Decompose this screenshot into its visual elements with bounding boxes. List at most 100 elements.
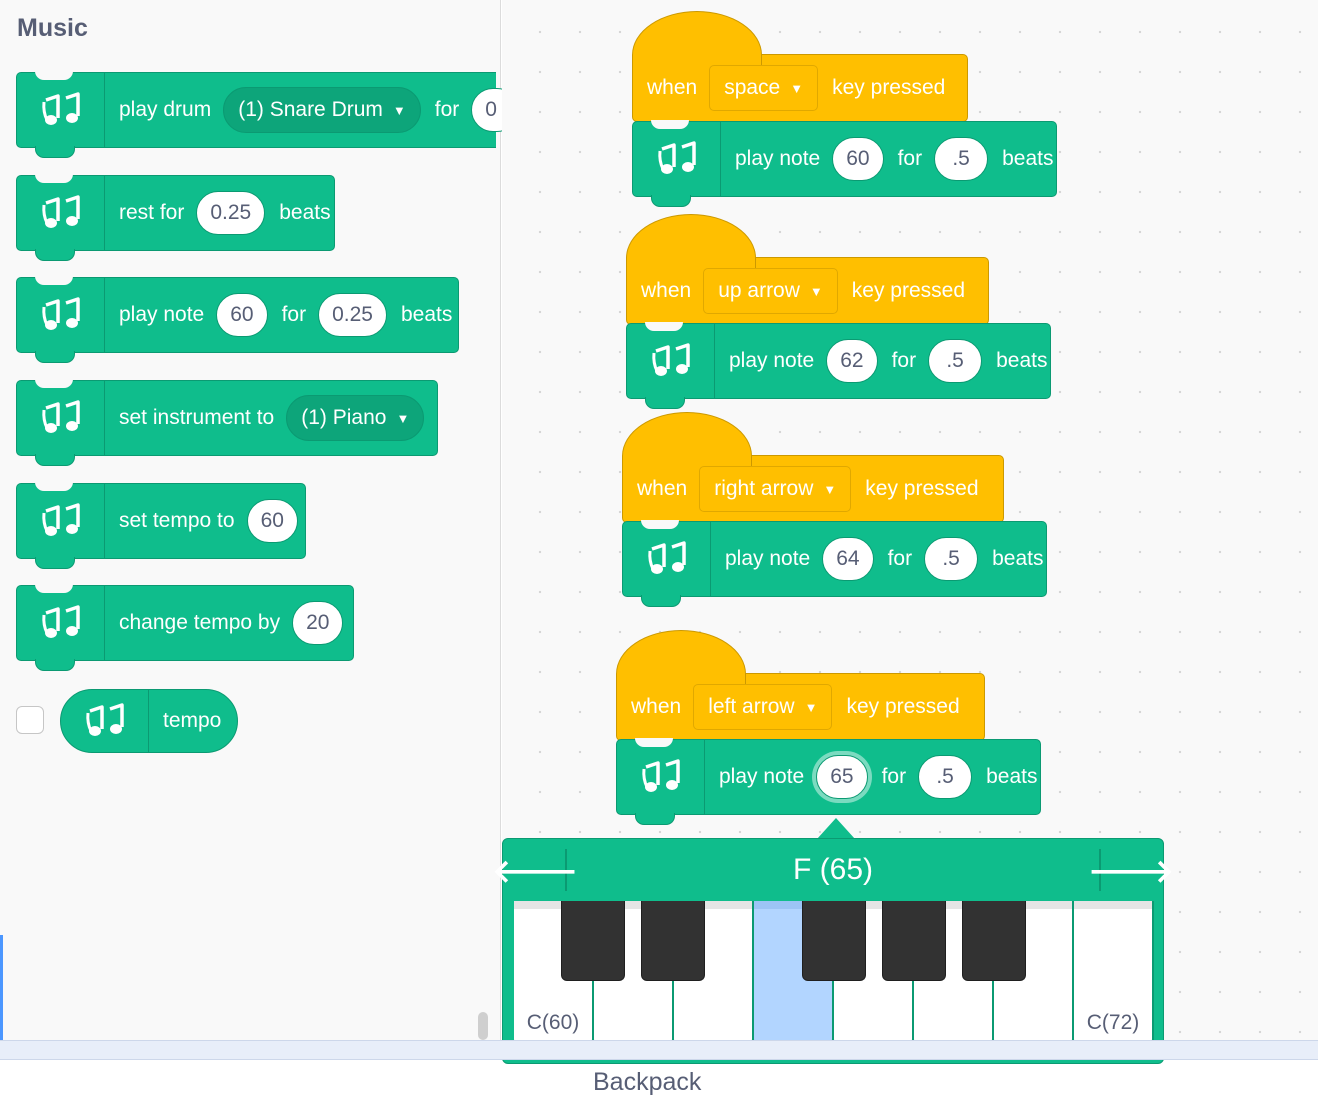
music-notes-icon [623, 522, 711, 596]
set-tempo-label: set tempo to [119, 509, 235, 532]
key-dropdown[interactable]: right arrow ▼ [699, 466, 852, 512]
palette-edge-indicator [0, 935, 3, 1040]
note-input-active[interactable]: 65 [816, 755, 868, 799]
music-notes-icon [17, 484, 105, 558]
caret-down-icon: ▼ [804, 699, 818, 715]
play-drum-block[interactable]: play drum (1) Snare Drum ▼ for 0 [16, 71, 520, 158]
music-notes-icon [17, 586, 105, 660]
music-notes-icon [17, 176, 105, 250]
play-note-block[interactable]: play note 65 for .5 beats [616, 738, 1041, 825]
tempo-input[interactable]: 60 [246, 499, 298, 543]
arrow-right-icon[interactable]: 🡒 [1088, 849, 1174, 891]
play-drum-label: play drum [119, 98, 212, 121]
play-note-label: play note [735, 147, 821, 170]
rest-for-block[interactable]: rest for 0.25 beats [16, 174, 335, 261]
piano-key-d-sharp[interactable] [641, 901, 705, 981]
when-key-pressed-hat[interactable]: when right arrow ▼ key pressed [621, 412, 1004, 523]
beats-input[interactable]: .5 [924, 537, 979, 581]
change-tempo-label: change tempo by [119, 611, 281, 634]
beats-label: beats [1002, 147, 1054, 170]
beats-label: beats [996, 349, 1048, 372]
for-label: for [434, 98, 460, 121]
tempo-reporter-block[interactable]: tempo [60, 689, 238, 753]
tempo-label: tempo [163, 709, 222, 732]
when-key-pressed-hat[interactable]: when left arrow ▼ key pressed [615, 630, 985, 741]
caret-down-icon: ▼ [392, 102, 406, 118]
when-label: when [641, 279, 692, 302]
music-notes-icon [17, 73, 105, 147]
music-notes-icon [17, 278, 105, 352]
piano-key-a-sharp[interactable] [962, 901, 1026, 981]
piano-header: 🡐 F (65) 🡒 [492, 839, 1174, 901]
caret-down-icon: ▼ [790, 80, 804, 96]
note-beats-input[interactable]: 0.25 [318, 293, 387, 337]
play-note-block[interactable]: play note 62 for .5 beats [626, 322, 1051, 409]
piano-key-c-sharp[interactable] [561, 901, 625, 981]
backpack-label[interactable]: Backpack [593, 1068, 701, 1097]
beats-label: beats [279, 201, 331, 224]
music-notes-icon [61, 690, 149, 752]
key-pressed-label: key pressed [832, 76, 946, 99]
play-note-label: play note [119, 303, 205, 326]
drum-dropdown-value: (1) Snare Drum [238, 98, 383, 121]
key-dropdown-value: space [724, 76, 781, 99]
play-note-block[interactable]: play note 60 for 0.25 beats [16, 276, 459, 363]
key-pressed-label: key pressed [865, 477, 979, 500]
beats-input[interactable]: .5 [918, 755, 973, 799]
beats-input[interactable]: .5 [928, 339, 983, 383]
palette-scrollbar[interactable] [478, 1012, 488, 1040]
music-notes-icon [17, 381, 105, 455]
set-instrument-block[interactable]: set instrument to (1) Piano ▼ [16, 379, 438, 466]
category-title: Music [17, 14, 88, 42]
key-dropdown[interactable]: left arrow ▼ [693, 684, 833, 730]
key-dropdown[interactable]: up arrow ▼ [703, 268, 838, 314]
key-dropdown[interactable]: space ▼ [709, 65, 819, 111]
selected-note-label: F (65) [792, 853, 873, 886]
note-input[interactable]: 60 [832, 137, 884, 181]
beats-label: beats [986, 765, 1038, 788]
for-label: for [881, 765, 907, 788]
beats-label: beats [992, 547, 1044, 570]
piano-keyboard: C(60) C(72) [514, 901, 1154, 1045]
note-input[interactable]: 62 [826, 339, 878, 383]
note-input[interactable]: 64 [822, 537, 874, 581]
set-instrument-label: set instrument to [119, 406, 275, 429]
play-note-label: play note [729, 349, 815, 372]
key-pressed-label: key pressed [846, 695, 960, 718]
backpack-bar[interactable] [0, 1040, 1318, 1060]
change-tempo-block[interactable]: change tempo by 20 [16, 584, 354, 671]
play-note-block[interactable]: play note 64 for .5 beats [622, 520, 1047, 607]
high-note-label: C(72) [1086, 1011, 1140, 1034]
when-key-pressed-hat[interactable]: when space ▼ key pressed [631, 11, 968, 122]
rest-for-label: rest for [119, 201, 185, 224]
music-notes-icon [633, 122, 721, 196]
tempo-monitor-checkbox[interactable] [16, 706, 44, 734]
piano-key-c72[interactable]: C(72) [1074, 901, 1152, 1045]
rest-beats-input[interactable]: 0.25 [196, 191, 266, 235]
block-palette: Music play drum (1) Snare Drum ▼ for 0 re… [0, 0, 520, 1040]
piano-key-f-sharp[interactable] [802, 901, 866, 981]
piano-note-picker: 🡐 F (65) 🡒 C(60) C(72) [492, 838, 1174, 1064]
piano-key-g-sharp[interactable] [882, 901, 946, 981]
piano-popup-pointer [817, 818, 855, 839]
caret-down-icon: ▼ [823, 481, 837, 497]
music-notes-icon [627, 324, 715, 398]
instrument-dropdown[interactable]: (1) Piano ▼ [286, 395, 425, 441]
play-note-block[interactable]: play note 60 for .5 beats [632, 120, 1057, 207]
for-label: for [891, 349, 917, 372]
change-tempo-input[interactable]: 20 [292, 601, 344, 645]
beats-label: beats [400, 303, 453, 326]
when-label: when [637, 477, 688, 500]
beats-input[interactable]: .5 [934, 137, 989, 181]
drum-dropdown[interactable]: (1) Snare Drum ▼ [223, 87, 421, 133]
set-tempo-block[interactable]: set tempo to 60 [16, 482, 306, 569]
play-note-label: play note [725, 547, 811, 570]
instrument-dropdown-value: (1) Piano [301, 406, 387, 429]
music-notes-icon [617, 740, 705, 814]
when-key-pressed-hat[interactable]: when up arrow ▼ key pressed [625, 214, 989, 325]
key-dropdown-value: up arrow [718, 279, 800, 302]
note-input[interactable]: 60 [216, 293, 268, 337]
for-label: for [887, 547, 913, 570]
caret-down-icon: ▼ [809, 283, 823, 299]
key-dropdown-value: left arrow [708, 695, 795, 718]
